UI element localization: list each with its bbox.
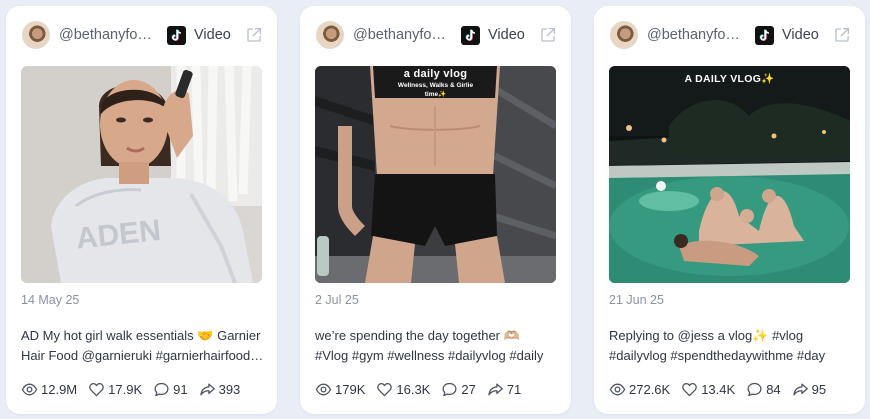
share-icon [792,381,809,398]
shares-count: 71 [506,381,522,397]
avatar[interactable] [22,21,50,49]
shares-stat: 95 [792,381,826,398]
shares-stat: 393 [199,381,241,398]
caption-line: #Vlog #gym #wellness #dailyvlog #daily [315,348,544,363]
video-thumbnail[interactable]: a daily vlog Wellness, Walks & Girlie ti… [315,66,556,283]
post-type-label: Video [782,27,819,43]
likes-count: 16.3K [396,381,431,397]
post-caption: AD My hot girl walk essentials 🤝 Garnier… [21,326,264,366]
post-caption: Replying to @jess a vlog✨ #vlog #dailyvl… [609,326,852,366]
external-link-icon[interactable] [539,26,557,44]
post-date: 21 Jun 25 [609,293,664,307]
heart-icon [681,381,698,398]
likes-stat: 17.9K [88,381,142,398]
post-caption: we’re spending the day together 🫶🏼 #Vlog… [315,326,558,366]
likes-stat: 13.4K [681,381,735,398]
post-card[interactable]: @bethanyfosbrooke Video a daily vlog Wel… [300,6,571,414]
shares-count: 393 [218,381,241,397]
engagement-stats: 12.9M 17.9K 91 393 [21,380,251,398]
tiktok-icon [755,26,774,45]
likes-count: 17.9K [108,381,143,397]
comments-count: 91 [173,381,188,397]
creator-handle[interactable]: @bethanyfosbrooke [353,27,453,43]
external-link-icon[interactable] [833,26,851,44]
share-icon [487,381,504,398]
video-thumbnail[interactable]: A DAILY VLOG✨ [609,66,850,283]
avatar[interactable] [610,21,638,49]
post-card[interactable]: @bethanyfosbrooke Video A DAILY V [594,6,865,414]
engagement-stats: 179K 16.3K 27 71 [315,380,532,398]
views-stat: 179K [315,381,365,398]
eye-icon [21,381,38,398]
comments-count: 27 [461,381,476,397]
overlay-text: A DAILY VLOG✨ [684,73,775,85]
caption-line: AD My hot girl walk essentials 🤝 Garnier [21,328,261,343]
tiktok-icon [167,26,186,45]
creator-handle[interactable]: @bethanyfosbrooke [59,27,159,43]
share-icon [199,381,216,398]
views-count: 272.6K [629,381,671,397]
creator-handle[interactable]: @bethanyfosbrooke [647,27,747,43]
post-date: 14 May 25 [21,293,80,307]
comment-icon [746,381,763,398]
comments-stat: 84 [746,381,781,398]
post-type-label: Video [488,27,525,43]
views-count: 179K [335,381,366,397]
comments-stat: 27 [441,381,476,398]
eye-icon [609,381,626,398]
views-stat: 12.9M [21,381,77,398]
post-card[interactable]: @bethanyfosbrooke Video ADEN 14 May 25 A [6,6,277,414]
post-header: @bethanyfosbrooke Video [22,20,263,50]
caption-line: Hair Food @garnieruki #garnierhairfood #… [21,348,264,363]
eye-icon [315,381,332,398]
overlay-text: time✨ [424,91,447,98]
shares-count: 95 [811,381,827,397]
heart-icon [376,381,393,398]
comments-stat: 91 [153,381,188,398]
comment-icon [441,381,458,398]
overlay-text: Wellness, Walks & Girlie [397,82,474,89]
tiktok-icon [461,26,480,45]
post-header: @bethanyfosbrooke Video [316,20,557,50]
post-header: @bethanyfosbrooke Video [610,20,851,50]
comment-icon [153,381,170,398]
likes-stat: 16.3K [376,381,430,398]
shares-stat: 71 [487,381,521,398]
post-date: 2 Jul 25 [315,293,359,307]
heart-icon [88,381,105,398]
video-thumbnail[interactable]: ADEN [21,66,262,283]
avatar[interactable] [316,21,344,49]
post-type-label: Video [194,27,231,43]
caption-line: we’re spending the day together 🫶🏼 [315,328,520,343]
caption-line: #dailyvlog #spendthedaywithme #day [609,348,826,363]
thumbnail-overlay: a daily vlog Wellness, Walks & Girlie ti… [315,68,556,98]
views-stat: 272.6K [609,381,670,398]
views-count: 12.9M [41,381,78,397]
likes-count: 13.4K [701,381,736,397]
engagement-stats: 272.6K 13.4K 84 95 [609,380,837,398]
overlay-text: a daily vlog [403,68,468,80]
external-link-icon[interactable] [245,26,263,44]
comments-count: 84 [766,381,781,397]
caption-line: Replying to @jess a vlog✨ #vlog [609,328,804,343]
